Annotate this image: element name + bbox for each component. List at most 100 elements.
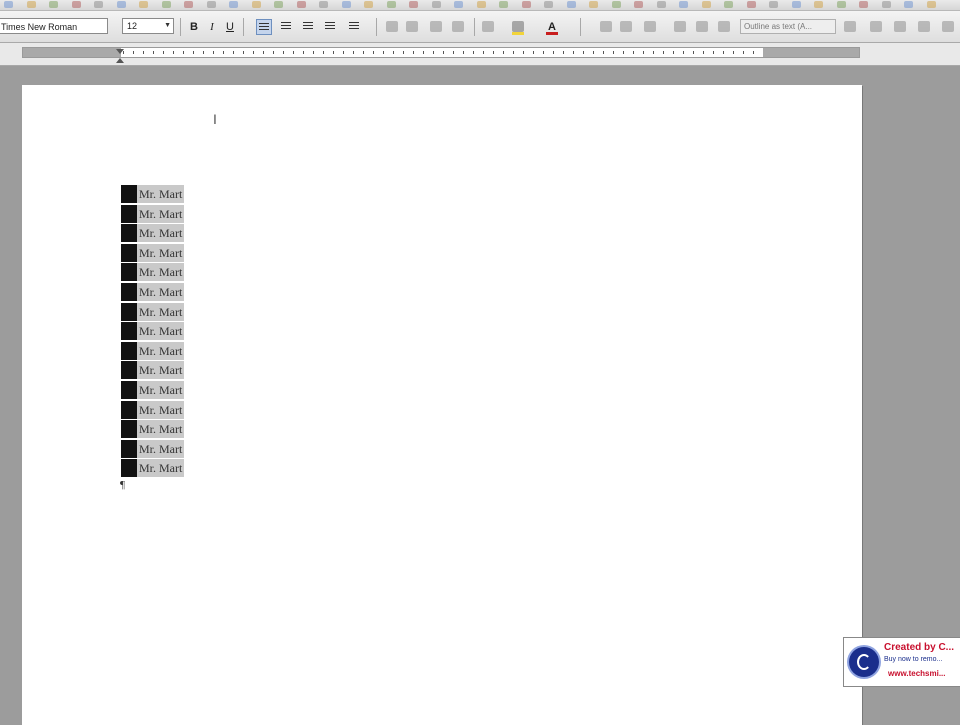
toolbar-icon[interactable]	[926, 1, 936, 8]
toolbar-icon[interactable]	[409, 1, 418, 8]
toolbar-icon[interactable]	[26, 1, 36, 8]
toolbar-icon[interactable]	[499, 1, 508, 8]
toolbar-icon[interactable]	[521, 1, 531, 8]
toolbar-icon[interactable]	[49, 1, 58, 8]
selected-character	[121, 224, 137, 243]
toolbar-icon[interactable]	[696, 21, 708, 32]
ruler-tick	[603, 51, 604, 54]
ruler-tick	[513, 51, 514, 54]
toolbar-icon[interactable]	[4, 1, 13, 8]
bold-button[interactable]: B	[186, 19, 202, 35]
toolbar-icon[interactable]	[71, 1, 81, 8]
ruler-tick	[203, 51, 204, 54]
toolbar-icon[interactable]	[870, 21, 882, 32]
justify-button[interactable]	[322, 19, 338, 35]
toolbar-icon[interactable]	[844, 21, 856, 32]
line-text: Mr. Mart	[137, 204, 185, 223]
numbering-icon[interactable]	[386, 21, 398, 32]
toolbar-icon[interactable]	[319, 1, 328, 8]
ruler-tick	[693, 51, 694, 54]
horizontal-ruler[interactable]	[0, 43, 960, 66]
ruler-tick	[593, 51, 594, 54]
ruler-tick	[553, 51, 554, 54]
toolbar-icon[interactable]	[364, 1, 373, 8]
toolbar-icon[interactable]	[656, 1, 666, 8]
ruler-tick	[423, 51, 424, 54]
toolbar-icon[interactable]	[894, 21, 906, 32]
toolbar-icon[interactable]	[836, 1, 846, 8]
change-case-icon[interactable]	[600, 21, 612, 32]
toolbar-icon[interactable]	[139, 1, 148, 8]
line-text: Mr. Mart	[137, 361, 185, 380]
ruler-tick	[333, 51, 334, 54]
ruler-tick	[353, 51, 354, 54]
line-text: Mr. Mart	[137, 420, 185, 439]
toolbar-icon[interactable]	[454, 1, 463, 8]
toolbar-icon[interactable]	[918, 21, 930, 32]
toolbar-icon[interactable]	[881, 1, 891, 8]
toolbar-icon[interactable]	[566, 1, 576, 8]
italic-button[interactable]: I	[204, 19, 220, 35]
highlight-color-bar	[512, 32, 524, 35]
ruler-tick	[293, 51, 294, 54]
font-name-dropdown[interactable]: Times New Roman	[0, 18, 108, 34]
outline-level-dropdown[interactable]: Outline as text (A...	[740, 19, 836, 34]
toolbar-icon[interactable]	[341, 1, 351, 8]
selected-character	[121, 282, 137, 301]
ruler-tick	[633, 51, 634, 54]
toolbar-icon[interactable]	[814, 1, 823, 8]
toolbar-icon[interactable]	[431, 1, 441, 8]
ruler-tick	[543, 51, 544, 54]
ruler-tick	[703, 51, 704, 54]
toolbar-icon[interactable]	[859, 1, 868, 8]
toolbar-icon[interactable]	[296, 1, 306, 8]
ruler-tick	[183, 51, 184, 54]
toolbar-icon[interactable]	[206, 1, 216, 8]
toolbar-icon[interactable]	[94, 1, 103, 8]
toolbar-icon[interactable]	[724, 1, 733, 8]
toolbar-icon[interactable]	[274, 1, 283, 8]
toolbar-icon[interactable]	[161, 1, 171, 8]
toolbar-icon[interactable]	[476, 1, 486, 8]
toolbar-icon[interactable]	[718, 21, 730, 32]
first-line-indent-marker[interactable]	[116, 49, 124, 54]
toolbar-icon[interactable]	[544, 1, 553, 8]
toolbar-icon[interactable]	[611, 1, 621, 8]
line-text: Mr. Mart	[137, 341, 185, 360]
camtasia-watermark: Created by C... Buy now to remo... www.t…	[843, 637, 960, 687]
decrease-indent-icon[interactable]	[430, 21, 442, 32]
hanging-indent-marker[interactable]	[116, 58, 124, 63]
edit-icon[interactable]	[644, 21, 656, 32]
toolbar-icon[interactable]	[942, 21, 954, 32]
toolbar-icon[interactable]	[904, 1, 913, 8]
line-text: Mr. Mart	[137, 185, 185, 203]
justify-icon	[325, 22, 335, 30]
underline-button[interactable]: U	[222, 19, 238, 35]
highlight-icon[interactable]	[512, 21, 524, 32]
toolbar-icon[interactable]	[679, 1, 688, 8]
toolbar-icon[interactable]	[589, 1, 598, 8]
ruler-tick	[213, 51, 214, 54]
bullets-icon[interactable]	[406, 21, 418, 32]
toolbar-icon[interactable]	[634, 1, 643, 8]
toolbar-icon[interactable]	[791, 1, 801, 8]
toolbar-icon[interactable]	[251, 1, 261, 8]
selected-character	[121, 263, 137, 282]
toolbar-icon[interactable]	[674, 21, 686, 32]
camtasia-logo-icon	[849, 647, 879, 677]
toolbar-icon[interactable]	[769, 1, 778, 8]
toolbar-icon[interactable]	[746, 1, 756, 8]
align-center-button[interactable]	[278, 19, 294, 35]
toolbar-icon[interactable]	[184, 1, 193, 8]
toolbar-icon[interactable]	[229, 1, 238, 8]
toolbar-icon[interactable]	[116, 1, 126, 8]
align-left-button[interactable]	[256, 19, 272, 35]
line-spacing-button[interactable]	[346, 19, 362, 35]
toolbar-icon[interactable]	[701, 1, 711, 8]
font-size-dropdown[interactable]: 12 ▼	[122, 18, 174, 34]
borders-icon[interactable]	[482, 21, 494, 32]
increase-indent-icon[interactable]	[452, 21, 464, 32]
clear-formatting-icon[interactable]	[620, 21, 632, 32]
toolbar-icon[interactable]	[386, 1, 396, 8]
align-right-button[interactable]	[300, 19, 316, 35]
